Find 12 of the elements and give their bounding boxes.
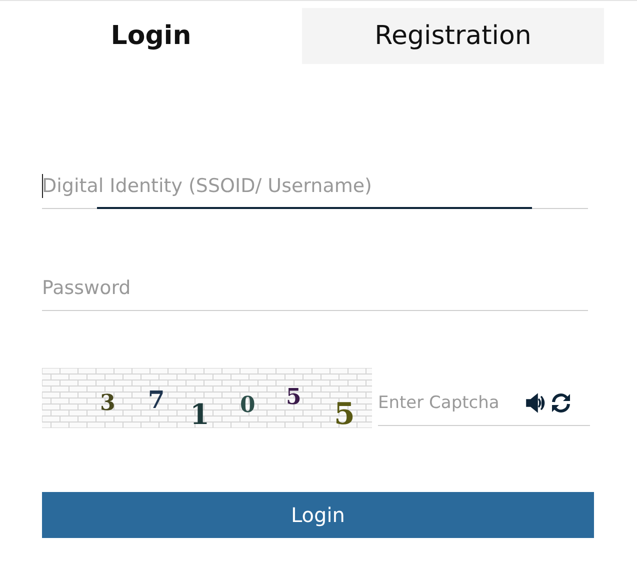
captcha-character: 3 (100, 390, 116, 416)
captcha-character: 5 (334, 397, 355, 428)
login-button[interactable]: Login (42, 492, 594, 538)
captcha-character: 1 (190, 398, 210, 428)
captcha-field[interactable]: Enter Captcha (378, 393, 524, 413)
refresh-icon[interactable] (550, 393, 572, 413)
captcha-character: 7 (148, 385, 165, 414)
input-field[interactable]: Password (42, 277, 588, 299)
captcha-character: 5 (286, 384, 302, 410)
captcha-character: 0 (240, 392, 256, 418)
tab[interactable]: Registration (302, 8, 604, 64)
input-field[interactable]: Digital Identity (SSOID/ Username) (42, 175, 588, 197)
